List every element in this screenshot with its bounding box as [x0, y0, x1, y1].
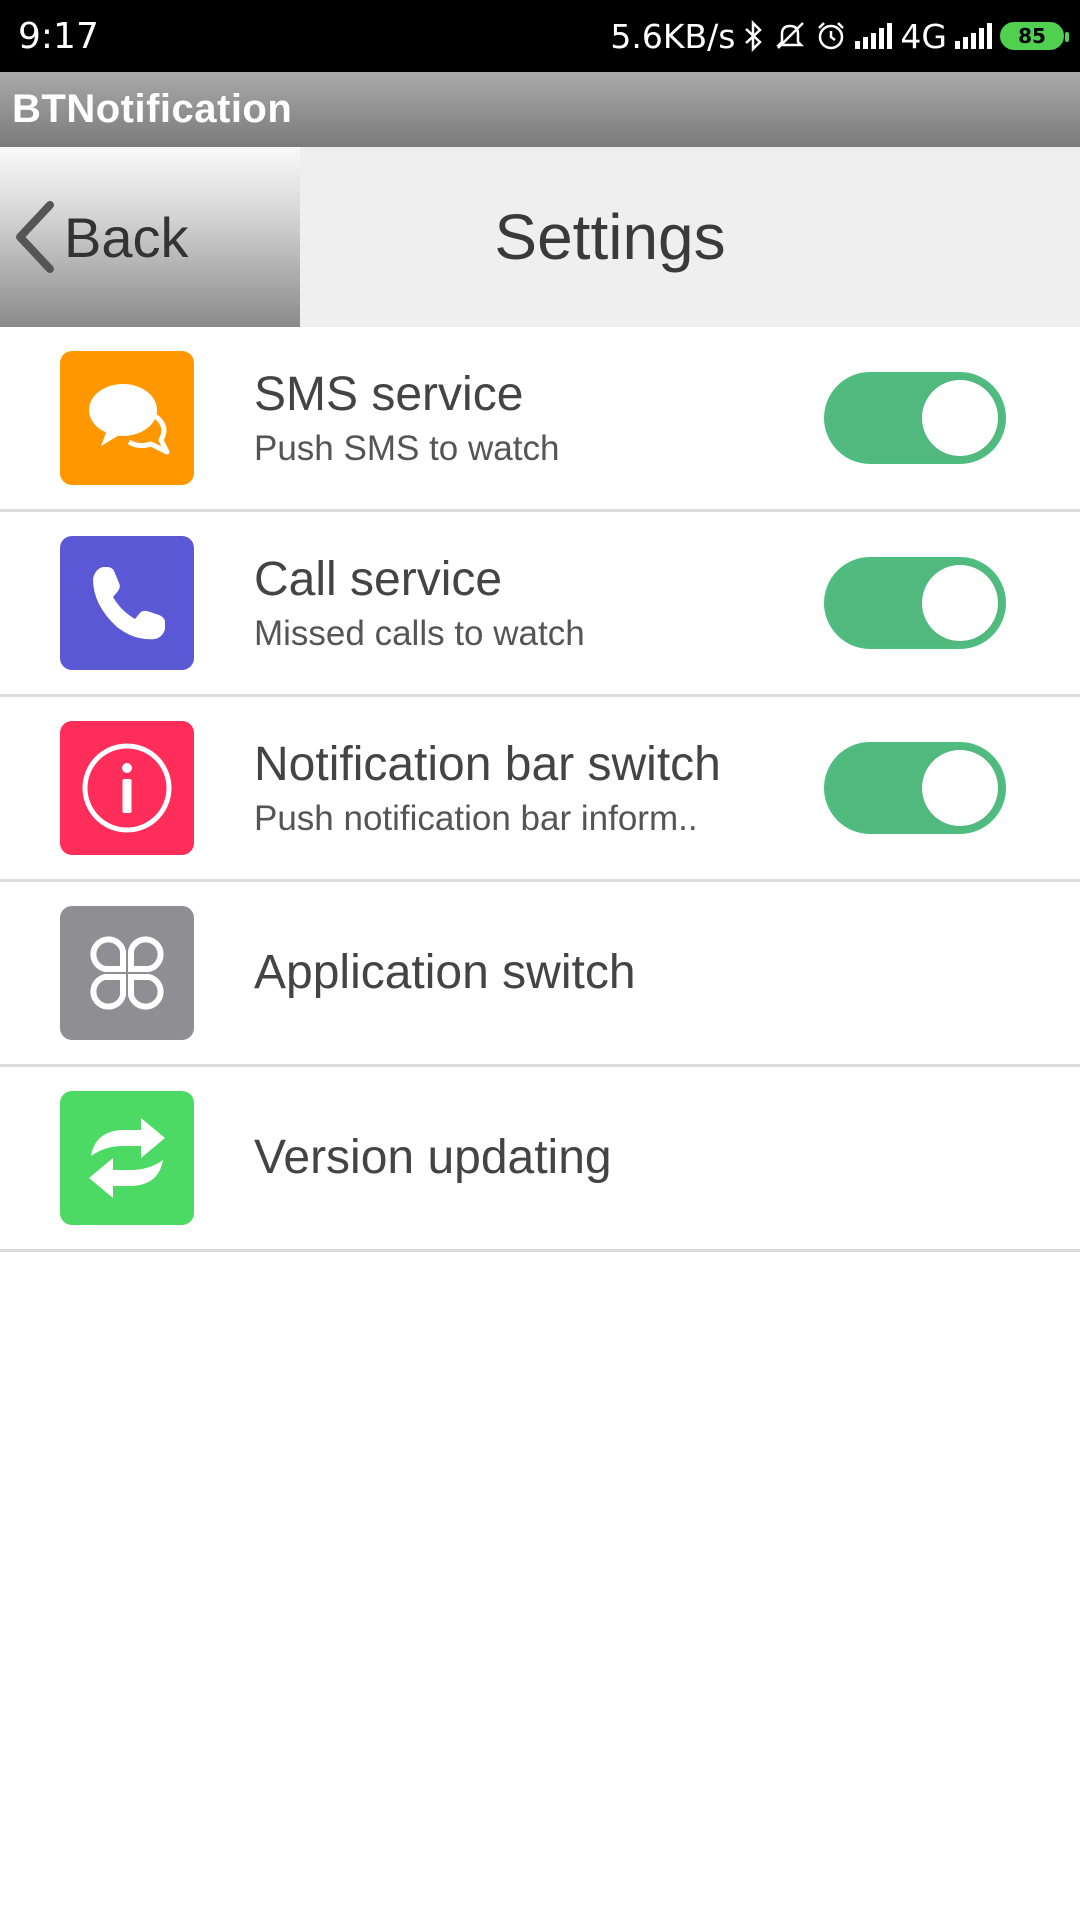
alarm-icon [815, 20, 847, 52]
phone-icon [60, 536, 194, 670]
app-bar: BTNotification [0, 72, 1080, 147]
signal-icon [855, 23, 893, 49]
settings-list: SMS service Push SMS to watch Call servi… [0, 327, 1080, 1252]
network-type: 4G [900, 16, 947, 56]
version-updating-title: Version updating [254, 1131, 612, 1185]
status-bar: 9:17 5.6KB/s 4G 85 [0, 0, 1080, 72]
call-service-text: Call service Missed calls to watch [254, 552, 585, 653]
toggle-knob [922, 750, 998, 826]
version-updating-text: Version updating [254, 1130, 612, 1185]
notification-bar-toggle[interactable] [824, 742, 1006, 834]
call-service-toggle[interactable] [824, 557, 1006, 649]
call-service-subtitle: Missed calls to watch [254, 613, 585, 653]
notification-bar-title: Notification bar switch [254, 738, 721, 792]
sms-service-toggle[interactable] [824, 372, 1006, 464]
application-switch-title: Application switch [254, 946, 636, 1000]
application-switch-text: Application switch [254, 945, 636, 1000]
back-label: Back [64, 205, 189, 269]
sms-service-text: SMS service Push SMS to watch [254, 367, 559, 468]
net-speed: 5.6KB/s [610, 16, 736, 56]
battery-icon: 85 [1000, 22, 1069, 50]
call-service-title: Call service [254, 553, 503, 607]
toggle-knob [922, 380, 998, 456]
notification-bar-text: Notification bar switch Push notificatio… [254, 737, 721, 838]
toggle-knob [922, 565, 998, 641]
version-updating-row[interactable]: Version updating [0, 1067, 1080, 1252]
apps-icon [60, 906, 194, 1040]
status-time: 9:17 [18, 15, 99, 57]
header: Back Settings [0, 147, 1080, 327]
info-icon [60, 721, 194, 855]
back-button[interactable]: Back [0, 147, 300, 327]
notification-bar-subtitle: Push notification bar inform.. [254, 798, 698, 838]
app-title: BTNotification [12, 87, 293, 131]
chevron-left-icon [12, 201, 56, 273]
sms-service-title: SMS service [254, 368, 524, 422]
notification-bar-row[interactable]: Notification bar switch Push notificatio… [0, 697, 1080, 882]
bluetooth-icon [743, 20, 765, 52]
sms-service-row[interactable]: SMS service Push SMS to watch [0, 327, 1080, 512]
signal-icon [955, 23, 992, 49]
chat-bubbles-icon [60, 351, 194, 485]
sms-service-subtitle: Push SMS to watch [254, 428, 560, 468]
refresh-icon [60, 1091, 194, 1225]
page-title: Settings [494, 201, 726, 273]
call-service-row[interactable]: Call service Missed calls to watch [0, 512, 1080, 697]
status-icons: 5.6KB/s 4G 85 [610, 16, 1069, 56]
mute-icon [773, 20, 807, 52]
battery-level: 85 [1018, 24, 1046, 48]
application-switch-row[interactable]: Application switch [0, 882, 1080, 1067]
